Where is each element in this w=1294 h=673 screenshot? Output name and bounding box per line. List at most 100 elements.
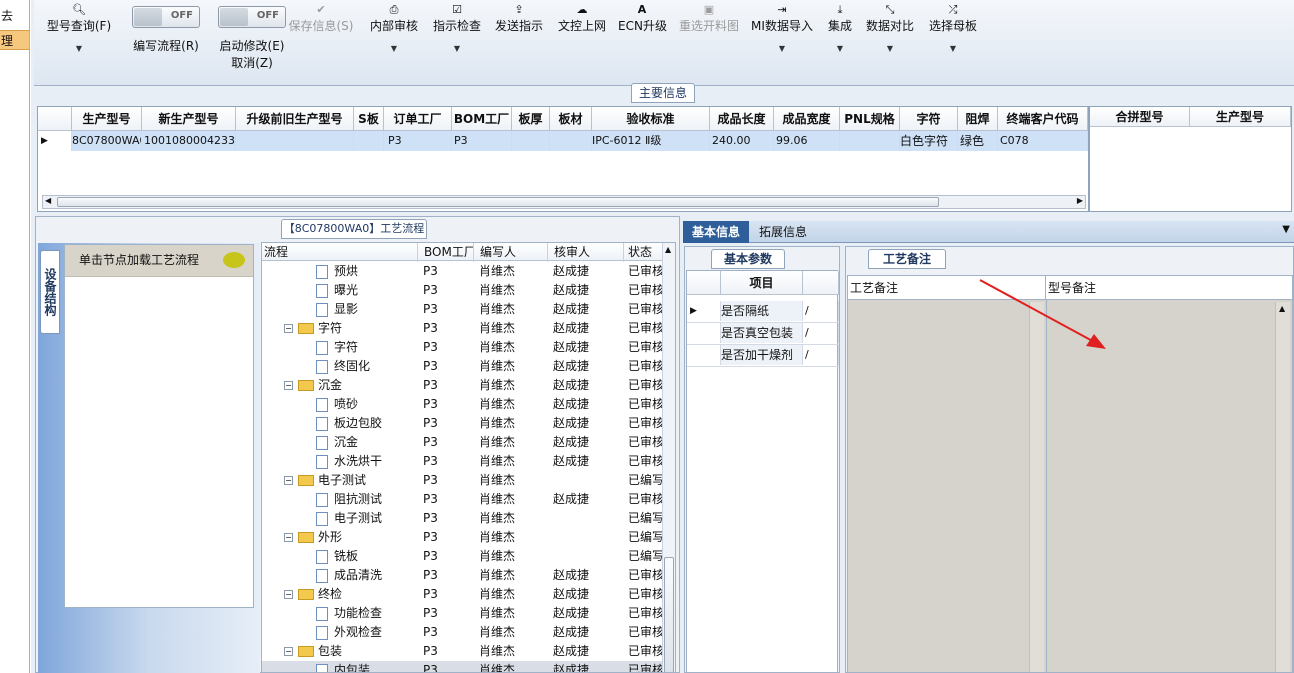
send-button[interactable]: ⇪ 发送指示: [493, 3, 545, 34]
toggle-switch[interactable]: OFF: [218, 6, 286, 28]
compare-button[interactable]: ⤡ 数据对比 ▼: [864, 3, 916, 53]
scroll-thumb[interactable]: [664, 557, 674, 672]
cell-solder-mask[interactable]: 绿色: [958, 131, 998, 151]
tree-row[interactable]: 外观检查 P3 肖维杰 赵成捷 已审核: [262, 623, 675, 642]
grid-corner[interactable]: [687, 271, 721, 295]
tree-row[interactable]: 阻抗测试 P3 肖维杰 赵成捷 已审核: [262, 490, 675, 509]
save-button[interactable]: ✔ 保存信息(S): [286, 3, 356, 34]
flow-toggle[interactable]: OFF 编写流程(R): [116, 6, 216, 54]
col-header[interactable]: 核审人: [547, 243, 623, 262]
collapse-icon[interactable]: −: [284, 476, 293, 485]
chevron-down-icon[interactable]: ▼: [1282, 224, 1290, 235]
reselect-button[interactable]: ▣ 重选开料图: [676, 3, 742, 34]
mi-import-button[interactable]: ⇥ MI数据导入 ▼: [751, 3, 813, 53]
col-header[interactable]: BOM工厂: [452, 107, 512, 131]
tree-row[interactable]: 板边包胶 P3 肖维杰 赵成捷 已审核: [262, 414, 675, 433]
basic-params-tab[interactable]: 基本参数: [711, 249, 785, 269]
check-button[interactable]: ☑ 指示检查 ▼: [431, 3, 483, 53]
tree-row[interactable]: 预烘 P3 肖维杰 赵成捷 已审核: [262, 262, 675, 281]
tree-row[interactable]: 曝光 P3 肖维杰 赵成捷 已审核: [262, 281, 675, 300]
cell-bom-factory[interactable]: P3: [452, 131, 512, 151]
chevron-down-icon[interactable]: ▼: [751, 44, 813, 53]
cell-length[interactable]: 240.00: [710, 131, 774, 151]
tree-row[interactable]: 显影 P3 肖维杰 赵成捷 已审核: [262, 300, 675, 319]
notes-tab[interactable]: 工艺备注: [868, 249, 946, 269]
scroll-right-icon[interactable]: ▶: [1077, 196, 1083, 205]
tree-row[interactable]: 水洗烘干 P3 肖维杰 赵成捷 已审核: [262, 452, 675, 471]
param-value[interactable]: /: [803, 323, 839, 343]
integrate-button[interactable]: ⤓ 集成 ▼: [822, 3, 858, 53]
param-row[interactable]: ▶ 是否隔纸 /: [687, 301, 839, 323]
toggle-switch[interactable]: OFF: [132, 6, 200, 28]
cancel-label[interactable]: 取消(Z): [231, 56, 273, 70]
col-header[interactable]: 合拼型号: [1090, 107, 1190, 127]
col-header[interactable]: [803, 271, 839, 295]
cell-customer-code[interactable]: C078: [998, 131, 1088, 151]
collapse-icon[interactable]: −: [284, 647, 293, 656]
grid-corner[interactable]: [38, 107, 72, 131]
tree-row[interactable]: 电子测试 P3 肖维杰 已编写: [262, 509, 675, 528]
collapse-icon[interactable]: −: [284, 590, 293, 599]
param-row[interactable]: 是否真空包装 /: [687, 323, 839, 345]
col-header[interactable]: S板: [354, 107, 384, 131]
tree-row[interactable]: 功能检查 P3 肖维杰 赵成捷 已审核: [262, 604, 675, 623]
col-header[interactable]: 成品宽度: [774, 107, 840, 131]
cell-width[interactable]: 99.06: [774, 131, 840, 151]
cell-standard[interactable]: IPC-6012 Ⅱ级: [592, 131, 710, 151]
col-header[interactable]: 板厚: [512, 107, 550, 131]
col-header[interactable]: PNL规格: [840, 107, 900, 131]
col-header[interactable]: 板材: [550, 107, 592, 131]
horizontal-scrollbar[interactable]: ◀ ▶: [42, 195, 1086, 209]
col-header[interactable]: 升级前旧生产型号: [236, 107, 354, 131]
param-value[interactable]: /: [803, 345, 839, 365]
scroll-up-icon[interactable]: ▲: [665, 245, 671, 254]
vertical-scrollbar[interactable]: ▲: [662, 243, 675, 672]
param-value[interactable]: /: [803, 301, 839, 321]
collapse-icon[interactable]: −: [284, 533, 293, 542]
tree-row[interactable]: − 电子测试 P3 肖维杰 已编写: [262, 471, 675, 490]
tree-row[interactable]: − 终检 P3 肖维杰 赵成捷 已审核: [262, 585, 675, 604]
tree-row[interactable]: 铣板 P3 肖维杰 已编写: [262, 547, 675, 566]
cloud-button[interactable]: ☁ 文控上网: [556, 3, 608, 34]
param-row[interactable]: 是否加干燥剂 /: [687, 345, 839, 367]
scroll-thumb[interactable]: [57, 197, 939, 207]
cell-pnl[interactable]: [840, 131, 900, 151]
table-row[interactable]: ▶ 8C07800WA0 10010800042330 P3 P3 IPC-60…: [38, 131, 1088, 151]
vertical-tab-equipment[interactable]: 设备结构: [40, 250, 60, 334]
tree-row[interactable]: 沉金 P3 肖维杰 赵成捷 已审核: [262, 433, 675, 452]
nav-item-2-selected[interactable]: 理: [0, 30, 29, 50]
col-header[interactable]: 验收标准: [592, 107, 710, 131]
col-header[interactable]: 订单工厂: [384, 107, 452, 131]
nav-item-1[interactable]: 去: [0, 6, 29, 26]
node-hint-bar[interactable]: 单击节点加载工艺流程: [65, 245, 253, 277]
cell-char[interactable]: 白色字符: [900, 131, 958, 151]
chevron-down-icon[interactable]: ▼: [40, 44, 118, 53]
query-button[interactable]: 🔍︎ 型号查询(F) ▼: [40, 3, 118, 53]
col-header[interactable]: 状态: [623, 243, 663, 262]
tree-row[interactable]: − 沉金 P3 肖维杰 赵成捷 已审核: [262, 376, 675, 395]
chevron-down-icon[interactable]: ▼: [368, 44, 420, 53]
cell-old-model[interactable]: [236, 131, 354, 151]
col-header[interactable]: 字符: [900, 107, 958, 131]
col-header[interactable]: 生产型号: [72, 107, 142, 131]
tree-row[interactable]: − 包装 P3 肖维杰 赵成捷 已审核: [262, 642, 675, 661]
mother-button[interactable]: ⤮ 选择母板 ▼: [927, 3, 979, 53]
chevron-down-icon[interactable]: ▼: [431, 44, 483, 53]
col-header[interactable]: 流程: [264, 243, 414, 262]
col-header[interactable]: 终端客户代码: [998, 107, 1088, 131]
audit-button[interactable]: ⎙ 内部审核 ▼: [368, 3, 420, 53]
tree-row[interactable]: − 字符 P3 肖维杰 赵成捷 已审核: [262, 319, 675, 338]
col-header[interactable]: 项目: [721, 271, 803, 295]
col-header[interactable]: 新生产型号: [142, 107, 236, 131]
cell-thickness[interactable]: [512, 131, 550, 151]
col-header[interactable]: BOM工厂: [417, 243, 473, 262]
cell-s-board[interactable]: [354, 131, 384, 151]
note-scrollbar-right[interactable]: ▲: [1275, 302, 1290, 672]
node-list[interactable]: 单击节点加载工艺流程: [64, 244, 254, 608]
cell-material[interactable]: [550, 131, 592, 151]
scroll-left-icon[interactable]: ◀: [45, 196, 51, 205]
ecn-button[interactable]: A ECN升级: [618, 3, 667, 34]
chevron-down-icon[interactable]: ▼: [864, 44, 916, 53]
cell-new-model[interactable]: 10010800042330: [142, 131, 236, 151]
col-header[interactable]: 阻焊: [958, 107, 998, 131]
